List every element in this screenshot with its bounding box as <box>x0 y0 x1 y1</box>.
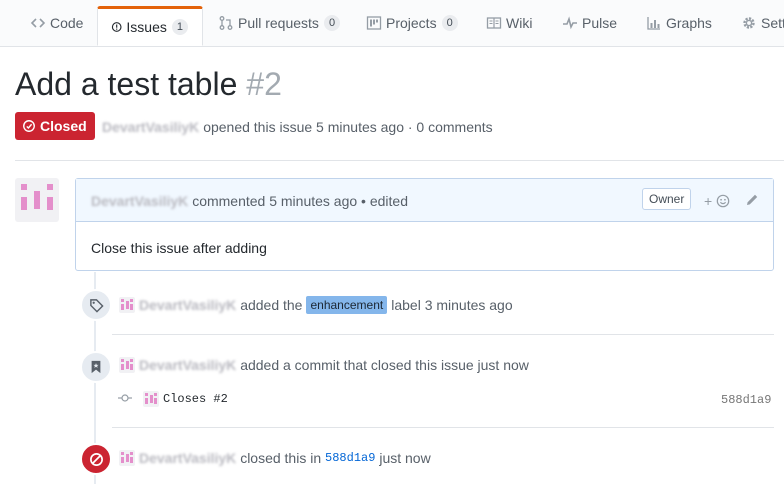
tab-projects-label: Projects <box>386 15 437 31</box>
label-event-pre: added the <box>240 297 303 313</box>
actor-avatar[interactable] <box>119 357 135 373</box>
tab-pull-requests-label: Pull requests <box>238 15 319 31</box>
tab-code-label: Code <box>50 15 84 31</box>
issue-title: Add a test table #2 <box>15 66 282 103</box>
pull-requests-counter: 0 <box>323 15 341 31</box>
tab-code[interactable]: Code <box>30 0 83 46</box>
issue-title-text: Add a test table <box>15 66 238 102</box>
repo-nav-tabs: Code Issues 1 Pull requests 0 Projects 0… <box>0 0 784 47</box>
close-event-pre: closed this in <box>240 450 322 466</box>
commit-sha-link[interactable]: 588d1a9 <box>721 393 771 407</box>
tab-settings-label: Sett <box>761 15 784 31</box>
comment-box: DevartVasiliyK commented 5 minutes ago •… <box>75 178 774 271</box>
bookmark-icon <box>91 360 101 374</box>
divider <box>15 160 784 161</box>
actor-link[interactable]: DevartVasiliyK <box>139 297 236 313</box>
commit-row: Closes #2 <box>143 391 228 407</box>
enhancement-label[interactable]: enhancement <box>306 296 388 314</box>
commit-event: DevartVasiliyK added a commit that close… <box>119 357 529 373</box>
circle-slash-icon <box>89 452 103 466</box>
actor-link[interactable]: DevartVasiliyK <box>139 357 236 373</box>
pull-request-icon <box>219 16 233 30</box>
add-reaction-button[interactable]: + <box>704 193 730 209</box>
tab-issues-label: Issues <box>126 19 167 35</box>
comment-header: DevartVasiliyK commented 5 minutes ago •… <box>76 179 773 222</box>
commit-message-link[interactable]: Closes #2 <box>163 392 228 406</box>
tab-issues[interactable]: Issues 1 <box>97 6 203 46</box>
tag-icon <box>89 298 104 313</box>
edit-pencil-icon[interactable] <box>744 192 760 208</box>
close-event-post: just now <box>379 450 431 466</box>
actor-avatar[interactable] <box>119 450 135 466</box>
commit-event-text: added a commit that closed this issue ju… <box>240 357 529 373</box>
tab-wiki-label: Wiki <box>506 15 533 31</box>
actor-link[interactable]: DevartVasiliyK <box>139 450 236 466</box>
timeline-badge-label <box>80 289 112 321</box>
tab-graphs[interactable]: Graphs <box>646 0 712 46</box>
avatar[interactable] <box>15 178 59 222</box>
comment-header-text: commented 5 minutes ago • edited <box>192 193 408 209</box>
status-label: Closed <box>40 118 87 134</box>
close-event: DevartVasiliyK closed this in 588d1a9 ju… <box>119 450 431 466</box>
issue-meta-text: opened this issue 5 minutes ago · 0 comm… <box>203 119 493 135</box>
actor-avatar[interactable] <box>119 297 135 313</box>
issue-meta: DevartVasiliyK opened this issue 5 minut… <box>102 119 493 135</box>
issues-counter: 1 <box>171 19 188 35</box>
status-badge: Closed <box>15 112 95 140</box>
tab-wiki[interactable]: Wiki <box>486 0 532 46</box>
timeline-badge-bookmark <box>80 351 112 383</box>
owner-badge: Owner <box>642 188 692 210</box>
commit-author-avatar[interactable] <box>143 391 159 407</box>
label-event-post: label 3 minutes ago <box>391 297 513 313</box>
gear-icon <box>743 17 755 29</box>
code-icon <box>30 18 46 28</box>
tab-pull-requests[interactable]: Pull requests 0 <box>218 0 341 46</box>
label-event: DevartVasiliyK added the enhancement lab… <box>119 296 513 314</box>
issue-number: #2 <box>246 66 282 102</box>
projects-counter: 0 <box>441 15 458 31</box>
timeline-separator <box>112 334 774 335</box>
tab-pulse[interactable]: Pulse <box>562 0 617 46</box>
tab-pulse-label: Pulse <box>582 15 618 31</box>
tab-projects[interactable]: Projects 0 <box>366 0 458 46</box>
project-icon <box>366 16 382 30</box>
comment-author-link[interactable]: DevartVasiliyK <box>91 193 188 209</box>
graph-icon <box>647 17 660 30</box>
tab-settings[interactable]: Sett <box>741 0 784 46</box>
close-commit-sha-link[interactable]: 588d1a9 <box>325 451 375 465</box>
comment-meta: DevartVasiliyK commented 5 minutes ago •… <box>91 193 408 209</box>
book-icon <box>486 17 502 29</box>
pulse-icon <box>563 16 577 30</box>
closed-issue-icon <box>23 120 35 132</box>
reaction-plus: + <box>704 193 713 209</box>
comment-body: Close this issue after adding <box>91 240 267 256</box>
author-link[interactable]: DevartVasiliyK <box>102 119 199 135</box>
timeline-separator <box>112 427 774 428</box>
git-commit-icon <box>118 394 132 402</box>
issue-icon <box>111 22 122 32</box>
smiley-icon <box>716 194 730 208</box>
timeline-badge-closed <box>80 443 112 475</box>
tab-graphs-label: Graphs <box>666 15 712 31</box>
